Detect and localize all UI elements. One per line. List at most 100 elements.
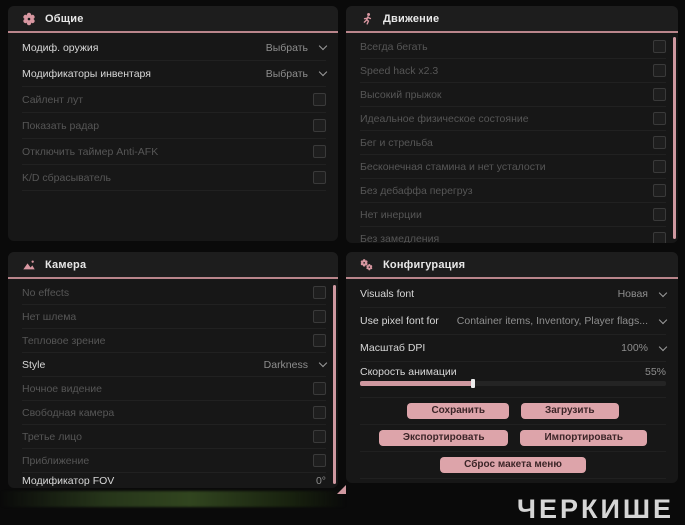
button-row-save-load: Сохранить Загрузить <box>360 398 666 425</box>
row-dpi-scale-label: Масштаб DPI <box>360 342 426 354</box>
runner-icon <box>359 11 374 26</box>
no-slowdown-checkbox[interactable] <box>653 232 666 243</box>
row-fov-modifier-label: Модификатор FOV <box>22 475 115 487</box>
load-button[interactable]: Загрузить <box>520 403 619 419</box>
panel-general-title: Общие <box>45 12 84 25</box>
panel-camera-header[interactable]: Камера <box>8 252 338 279</box>
infinite-stamina-checkbox[interactable] <box>653 160 666 173</box>
thermal-vision-checkbox[interactable] <box>313 334 326 347</box>
panel-camera: Камера No effects Нет шлема Тепловое зре… <box>8 252 338 488</box>
flower-gear-icon <box>21 11 36 26</box>
no-effects-checkbox[interactable] <box>313 286 326 299</box>
row-no-inertia: Нет инерции <box>360 203 666 227</box>
row-animation-speed: Скорость анимации 55% <box>360 362 666 398</box>
row-inventory-mods-label: Модификаторы инвентаря <box>22 67 151 80</box>
dpi-scale-dropdown[interactable]: 100% <box>621 342 668 354</box>
row-no-helmet-label: Нет шлема <box>22 310 77 323</box>
row-zoom-label: Приближение <box>22 454 90 467</box>
panel-config: Конфигурация Visuals font Новая Use pixe… <box>346 252 678 483</box>
save-button[interactable]: Сохранить <box>407 403 509 419</box>
row-pixel-font: Use pixel font for Container items, Inve… <box>360 308 668 335</box>
row-inventory-mods: Модификаторы инвентаря Выбрать <box>22 61 328 87</box>
inventory-mods-dropdown[interactable]: Выбрать <box>265 67 328 80</box>
camera-panel-resize-handle[interactable] <box>337 485 346 494</box>
gears-icon <box>359 257 374 272</box>
row-third-person: Третье лицо <box>22 425 326 449</box>
row-third-person-label: Третье лицо <box>22 430 82 443</box>
chevron-down-icon <box>658 315 668 324</box>
row-no-slowdown-label: Без замедления <box>360 232 440 244</box>
panel-config-header[interactable]: Конфигурация <box>346 252 678 279</box>
always-run-checkbox[interactable] <box>653 40 666 53</box>
night-vision-checkbox[interactable] <box>313 382 326 395</box>
row-style-label: Style <box>22 358 46 371</box>
row-speed-hack: Speed hack x2.3 <box>360 59 666 83</box>
high-jump-checkbox[interactable] <box>653 88 666 101</box>
row-speed-hack-label: Speed hack x2.3 <box>360 64 439 77</box>
animation-speed-slider-handle[interactable] <box>471 379 476 388</box>
chevron-down-icon <box>658 342 668 351</box>
weapon-mod-dropdown[interactable]: Выбрать <box>266 42 328 54</box>
button-row-export-import: Экспортировать Импортировать <box>360 425 666 452</box>
panel-general-header[interactable]: Общие <box>8 6 338 33</box>
row-fov-modifier: Модификатор FOV 0° <box>22 473 326 488</box>
style-dropdown[interactable]: Darkness <box>263 358 328 371</box>
run-and-shoot-checkbox[interactable] <box>653 136 666 149</box>
row-high-jump-label: Высокий прыжок <box>360 88 442 101</box>
reset-menu-layout-button[interactable]: Сброс макета меню <box>440 457 586 473</box>
visuals-font-dropdown-value: Новая <box>617 288 648 300</box>
row-zoom: Приближение <box>22 449 326 473</box>
row-show-radar: Показать радар <box>22 113 326 139</box>
row-free-camera-label: Свободная камера <box>22 406 115 419</box>
animation-speed-slider-fill <box>360 381 474 386</box>
show-radar-checkbox[interactable] <box>313 119 326 132</box>
row-weapon-mod-label: Модиф. оружия <box>22 41 99 54</box>
row-no-effects: No effects <box>22 281 326 305</box>
row-anti-afk: Отключить таймер Anti-AFK <box>22 139 326 165</box>
panel-movement: Движение Всегда бегать Speed hack x2.3 В… <box>346 6 678 243</box>
visuals-font-dropdown[interactable]: Новая <box>617 288 668 300</box>
row-infinite-stamina: Бесконечная стамина и нет усталости <box>360 155 666 179</box>
row-run-and-shoot-label: Бег и стрельба <box>360 136 433 149</box>
anti-afk-checkbox[interactable] <box>313 145 326 158</box>
zoom-checkbox[interactable] <box>313 454 326 467</box>
third-person-checkbox[interactable] <box>313 430 326 443</box>
speed-hack-checkbox[interactable] <box>653 64 666 77</box>
silent-loot-checkbox[interactable] <box>313 93 326 106</box>
row-show-radar-label: Показать радар <box>22 119 100 132</box>
perfect-condition-checkbox[interactable] <box>653 112 666 125</box>
row-silent-loot-label: Сайлент лут <box>22 93 84 106</box>
row-weapon-mod: Модиф. оружия Выбрать <box>22 35 328 61</box>
row-dpi-scale: Масштаб DPI 100% <box>360 335 668 362</box>
pixel-font-dropdown-value: Container items, Inventory, Player flags… <box>456 315 648 327</box>
inventory-mods-dropdown-value: Выбрать <box>265 67 308 80</box>
watermark-text: ЧЕРКИШЕ <box>517 494 675 524</box>
style-dropdown-value: Darkness <box>263 358 308 371</box>
animation-speed-slider[interactable] <box>360 379 666 388</box>
pixel-font-dropdown[interactable]: Container items, Inventory, Player flags… <box>456 315 668 327</box>
row-always-run: Всегда бегать <box>360 35 666 59</box>
row-night-vision-label: Ночное видение <box>22 382 102 395</box>
camera-scrollbar[interactable] <box>333 285 336 484</box>
import-button[interactable]: Импортировать <box>520 430 648 446</box>
fov-modifier-value: 0° <box>315 475 326 487</box>
row-animation-speed-label: Скорость анимации <box>360 366 457 378</box>
row-no-overload-debuff: Без дебаффа перегруз <box>360 179 666 203</box>
chevron-down-icon <box>658 288 668 297</box>
movement-scrollbar[interactable] <box>673 37 676 239</box>
panel-movement-title: Движение <box>383 12 440 25</box>
no-overload-debuff-checkbox[interactable] <box>653 184 666 197</box>
row-kd-reset: K/D сбрасыватель <box>22 165 326 191</box>
row-always-run-label: Всегда бегать <box>360 40 428 53</box>
row-style: Style Darkness <box>22 353 328 377</box>
row-visuals-font: Visuals font Новая <box>360 281 668 308</box>
no-inertia-checkbox[interactable] <box>653 208 666 221</box>
kd-reset-checkbox[interactable] <box>313 171 326 184</box>
panel-movement-header[interactable]: Движение <box>346 6 678 33</box>
no-helmet-checkbox[interactable] <box>313 310 326 323</box>
row-no-helmet: Нет шлема <box>22 305 326 329</box>
export-button[interactable]: Экспортировать <box>378 430 509 446</box>
row-perfect-condition: Идеальное физическое состояние <box>360 107 666 131</box>
free-camera-checkbox[interactable] <box>313 406 326 419</box>
row-night-vision: Ночное видение <box>22 377 326 401</box>
